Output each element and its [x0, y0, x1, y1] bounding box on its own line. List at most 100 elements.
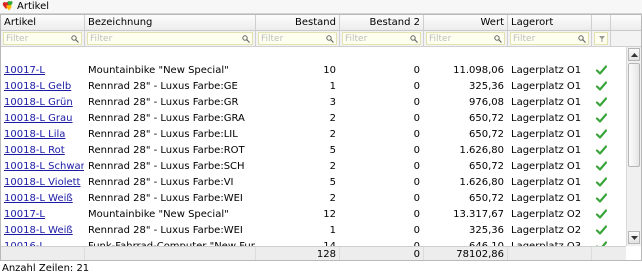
cell-wert: 1.626,80: [424, 175, 508, 191]
cell-bezeichnung: Rennrad 28" - Luxus Farbe:WEI: [85, 191, 256, 207]
column-header-bestand[interactable]: Bestand: [256, 15, 340, 31]
artikel-link[interactable]: 10018-L Gelb: [4, 81, 71, 92]
totals-cell-check: [592, 247, 611, 260]
artikel-link[interactable]: 10018-L Lila: [4, 129, 65, 140]
checkmark-icon: [595, 145, 607, 155]
scroll-up-button[interactable]: [628, 48, 640, 61]
cell-wert: 325,36: [424, 223, 508, 239]
cell-bezeichnung: Rennrad 28" - Luxus Farbe:VI: [85, 175, 256, 191]
grid-body: 10017-L Mountainbike "New Special" 10 0 …: [1, 63, 626, 255]
filter-input-artikel[interactable]: Filter: [3, 32, 82, 45]
cell-lagerort: Lagerplatz O1: [508, 95, 592, 111]
checkmark-icon: [595, 113, 607, 123]
cell-status: [592, 63, 611, 79]
column-header-bestand2[interactable]: Bestand 2: [340, 15, 424, 31]
total-wert: 78102,86: [424, 247, 508, 260]
cell-bezeichnung: Rennrad 28" - Luxus Farbe:LIL: [85, 127, 256, 143]
article-grid: Artikel Bezeichnung Bestand Bestand 2 We…: [0, 14, 642, 261]
table-row[interactable]: 10018-L Lila Rennrad 28" - Luxus Farbe:L…: [1, 127, 626, 143]
cell-wert: 1.626,80: [424, 143, 508, 159]
cell-bestand2: 0: [340, 191, 424, 207]
cell-wert: 650,72: [424, 111, 508, 127]
cell-bestand: 2: [256, 159, 340, 175]
artikel-link[interactable]: 10017-L: [4, 209, 45, 220]
filter-placeholder: Filter: [429, 33, 452, 44]
filter-input-bestand2[interactable]: Filter: [342, 32, 421, 45]
table-row[interactable]: 10017-L Mountainbike "New Special" 12 0 …: [1, 207, 626, 223]
cell-bezeichnung: Rennrad 28" - Luxus Farbe:WEI: [85, 223, 256, 239]
cell-wert: 11.098,06: [424, 63, 508, 79]
cell-bezeichnung: Rennrad 28" - Luxus Farbe:GE: [85, 79, 256, 95]
checkmark-icon: [595, 209, 607, 219]
checkmark-icon: [595, 161, 607, 171]
column-header-wert[interactable]: Wert: [424, 15, 508, 31]
row-count-label: Anzahl Zeilen: 21: [2, 263, 90, 274]
column-header-check[interactable]: [592, 15, 611, 31]
cell-bestand: 2: [256, 111, 340, 127]
cell-lagerort: Lagerplatz O1: [508, 79, 592, 95]
search-icon: [410, 34, 418, 43]
cell-bestand: 3: [256, 95, 340, 111]
column-header-artikel[interactable]: Artikel: [1, 15, 85, 31]
table-row[interactable]: 10018-L Grau Rennrad 28" - Luxus Farbe:G…: [1, 111, 626, 127]
cell-wert: 13.317,67: [424, 207, 508, 223]
scrollbar-thumb[interactable]: [628, 63, 640, 167]
search-icon: [242, 34, 250, 43]
cell-bezeichnung: Rennrad 28" - Luxus Farbe:SCH: [85, 159, 256, 175]
cell-lagerort: Lagerplatz O2: [508, 207, 592, 223]
cell-lagerort: Lagerplatz O1: [508, 143, 592, 159]
grid-header: Artikel Bezeichnung Bestand Bestand 2 We…: [1, 15, 641, 31]
filter-input-bestand[interactable]: Filter: [258, 32, 337, 45]
window-titlebar: Artikel: [0, 0, 642, 14]
cell-status: [592, 143, 611, 159]
filter-placeholder: Filter: [6, 33, 29, 44]
artikel-link[interactable]: 10018-L Rot: [4, 145, 65, 156]
filter-input-check[interactable]: [594, 32, 608, 45]
search-icon: [71, 34, 79, 43]
artikel-link[interactable]: 10018-L Violett: [4, 177, 80, 188]
cell-bestand: 2: [256, 191, 340, 207]
filter-input-lagerort[interactable]: Filter: [510, 32, 589, 45]
cell-bestand2: 0: [340, 207, 424, 223]
artikel-link[interactable]: 10018-L Weiß: [4, 225, 73, 236]
cell-bestand: 5: [256, 175, 340, 191]
table-row[interactable]: 10018-L Violett Rennrad 28" - Luxus Farb…: [1, 175, 626, 191]
checkmark-icon: [595, 97, 607, 107]
cell-bestand2: 0: [340, 143, 424, 159]
arrow-up-icon: [630, 52, 638, 57]
filter-input-bezeichnung[interactable]: Filter: [87, 32, 253, 45]
filter-placeholder: Filter: [90, 33, 113, 44]
total-bestand: 128: [256, 247, 340, 260]
cell-lagerort: Lagerplatz O1: [508, 175, 592, 191]
filter-input-wert[interactable]: Filter: [426, 32, 505, 45]
cell-bestand2: 0: [340, 175, 424, 191]
artikel-link[interactable]: 10017-L: [4, 65, 45, 76]
cell-status: [592, 175, 611, 191]
table-row[interactable]: 10018-L Weiß Rennrad 28" - Luxus Farbe:W…: [1, 191, 626, 207]
cell-bezeichnung: Rennrad 28" - Luxus Farbe:GR: [85, 95, 256, 111]
table-row[interactable]: 10018-L Schwarz Rennrad 28" - Luxus Farb…: [1, 159, 626, 175]
table-row[interactable]: 10017-L Mountainbike "New Special" 10 0 …: [1, 63, 626, 79]
filter-row: Filter Filter Filter Filter Filter Filte…: [1, 31, 641, 47]
scroll-down-button[interactable]: [628, 231, 640, 244]
table-row[interactable]: 10018-L Gelb Rennrad 28" - Luxus Farbe:G…: [1, 79, 626, 95]
cell-status: [592, 207, 611, 223]
artikel-link[interactable]: 10018-L Schwarz: [4, 161, 84, 172]
column-header-spacer: [611, 15, 641, 31]
vertical-scrollbar[interactable]: [626, 47, 641, 246]
filter-placeholder: Filter: [513, 33, 536, 44]
cell-lagerort: Lagerplatz O1: [508, 63, 592, 79]
table-row[interactable]: 10018-L Rot Rennrad 28" - Luxus Farbe:RO…: [1, 143, 626, 159]
checkmark-icon: [595, 129, 607, 139]
table-row[interactable]: 10018-L Grün Rennrad 28" - Luxus Farbe:G…: [1, 95, 626, 111]
artikel-link[interactable]: 10018-L Grün: [4, 97, 73, 108]
artikel-link[interactable]: 10018-L Grau: [4, 113, 73, 124]
cell-bestand2: 0: [340, 63, 424, 79]
artikel-link[interactable]: 10018-L Weiß: [4, 193, 73, 204]
totals-cell-bezeichnung: [85, 247, 256, 260]
column-header-lagerort[interactable]: Lagerort: [508, 15, 592, 31]
table-row[interactable]: 10018-L Weiß Rennrad 28" - Luxus Farbe:W…: [1, 223, 626, 239]
column-header-bezeichnung[interactable]: Bezeichnung: [85, 15, 256, 31]
cell-bezeichnung: Mountainbike "New Special": [85, 63, 256, 79]
cell-wert: 650,72: [424, 127, 508, 143]
